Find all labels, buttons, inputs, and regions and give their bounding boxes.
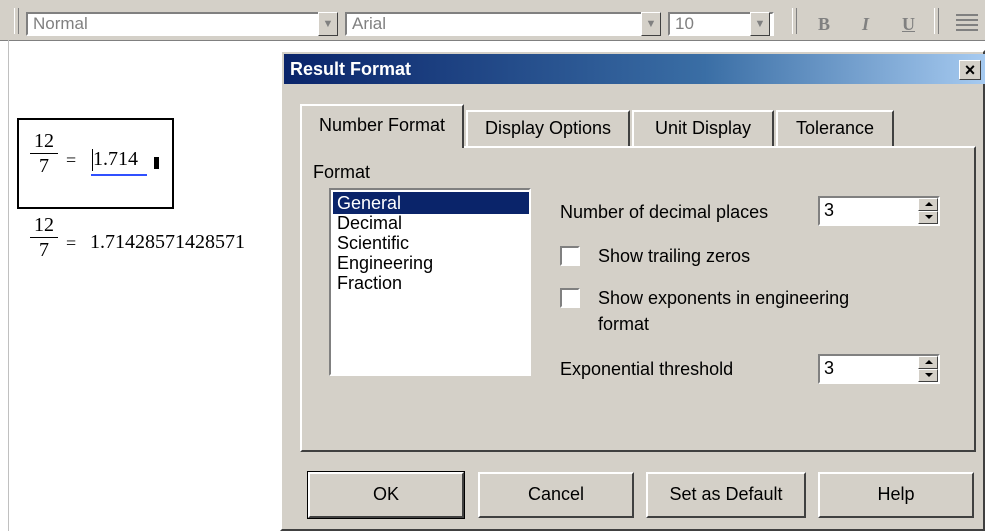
style-combo[interactable]: Normal [26, 12, 322, 36]
fraction-bar-2 [30, 237, 58, 238]
dialog-titlebar[interactable]: Result Format × [284, 54, 985, 84]
result-value-2: 1.71428571428571 [90, 231, 245, 253]
spin-up-button[interactable] [918, 356, 938, 369]
format-option-fraction[interactable]: Fraction [333, 272, 529, 294]
ok-button[interactable]: OK [307, 471, 465, 519]
spinner-buttons [918, 198, 938, 224]
numerator-2: 12 [34, 214, 54, 236]
decimal-places-spinner[interactable]: 3 [818, 196, 940, 226]
tab-label: Tolerance [795, 118, 875, 138]
toolbar-separator [934, 8, 939, 34]
decimal-places-value[interactable]: 3 [824, 200, 834, 221]
help-button-label: Help [877, 484, 915, 504]
tab-display-options[interactable]: Display Options [466, 110, 630, 146]
numerator-1: 12 [34, 130, 54, 152]
style-combo-dropdown[interactable]: ▼ [318, 12, 338, 36]
size-combo-value: 10 [675, 14, 694, 33]
show-exponents-checkbox[interactable] [560, 288, 580, 308]
spin-up-button[interactable] [918, 198, 938, 211]
equals-sign-1: = [66, 150, 77, 170]
spin-down-button[interactable] [918, 369, 938, 382]
format-option-general[interactable]: General [333, 192, 529, 214]
style-combo-value: Normal [33, 14, 88, 33]
placeholder-underline [91, 174, 147, 176]
tab-number-format[interactable]: Number Format [300, 104, 464, 148]
arrow-up-icon [925, 360, 933, 364]
tab-tolerance[interactable]: Tolerance [776, 110, 894, 146]
toolbar-separator [792, 8, 797, 34]
underline-button[interactable]: U [902, 14, 915, 35]
decimal-places-label: Number of decimal places [560, 202, 769, 222]
set-as-default-label: Set as Default [669, 484, 783, 504]
spinner-buttons [918, 356, 938, 382]
arrow-up-icon [925, 202, 933, 206]
format-label: Format [313, 162, 371, 182]
exp-threshold-value[interactable]: 3 [824, 358, 834, 379]
dialog-title: Result Format [290, 59, 412, 79]
font-combo-dropdown[interactable]: ▼ [641, 12, 661, 36]
help-button[interactable]: Help [818, 472, 974, 518]
size-combo-dropdown[interactable]: ▼ [750, 12, 770, 36]
arrow-down-icon [925, 373, 933, 377]
equals-sign-2: = [66, 233, 77, 253]
close-icon: × [964, 60, 976, 80]
show-trailing-zeros-checkbox[interactable] [560, 246, 580, 266]
set-as-default-button[interactable]: Set as Default [646, 472, 806, 518]
cancel-button[interactable]: Cancel [478, 472, 634, 518]
toolbar-grip[interactable] [14, 8, 19, 34]
close-button[interactable]: × [959, 60, 981, 80]
format-listbox[interactable]: General Decimal Scientific Engineering F… [329, 188, 531, 376]
align-left-icon[interactable] [956, 14, 978, 34]
spin-down-button[interactable] [918, 211, 938, 224]
format-option-engineering[interactable]: Engineering [333, 252, 529, 274]
tab-label: Unit Display [654, 118, 752, 138]
tab-label: Display Options [484, 118, 612, 138]
math-expression-2[interactable]: 12 7 = 1.71428571428571 [30, 214, 280, 274]
arrow-down-icon [925, 215, 933, 219]
format-toolbar: Normal ▼ Arial ▼ 10 ▼ B I U [0, 0, 985, 41]
format-option-scientific[interactable]: Scientific [333, 232, 529, 254]
fraction-1: 12 7 [30, 130, 58, 177]
ok-button-label: OK [372, 484, 399, 504]
result-value-1[interactable]: 1.714 [93, 148, 138, 171]
insertion-cursor [154, 157, 159, 169]
show-exponents-label-line2[interactable]: format [598, 314, 649, 335]
fraction-2: 12 7 [30, 214, 58, 261]
bold-button[interactable]: B [818, 14, 830, 35]
font-combo[interactable]: Arial [345, 12, 645, 36]
tab-unit-display[interactable]: Unit Display [632, 110, 774, 146]
math-expression-1[interactable]: 12 7 = 1.714 [30, 130, 170, 190]
tab-label: Number Format [318, 115, 446, 135]
show-exponents-label-line1[interactable]: Show exponents in engineering [598, 288, 849, 309]
result-format-dialog: Result Format × Number Format Display Op… [280, 50, 985, 531]
denominator-2: 7 [39, 239, 49, 261]
font-combo-value: Arial [352, 14, 387, 33]
exp-threshold-spinner[interactable]: 3 [818, 354, 940, 384]
show-trailing-zeros-label[interactable]: Show trailing zeros [598, 246, 750, 267]
exp-threshold-label: Exponential threshold [560, 359, 734, 379]
denominator-1: 7 [39, 155, 49, 177]
worksheet-margin [0, 40, 9, 531]
format-option-decimal[interactable]: Decimal [333, 212, 529, 234]
fraction-bar-1 [30, 153, 58, 154]
italic-button[interactable]: I [862, 14, 869, 35]
cancel-button-label: Cancel [527, 484, 585, 504]
